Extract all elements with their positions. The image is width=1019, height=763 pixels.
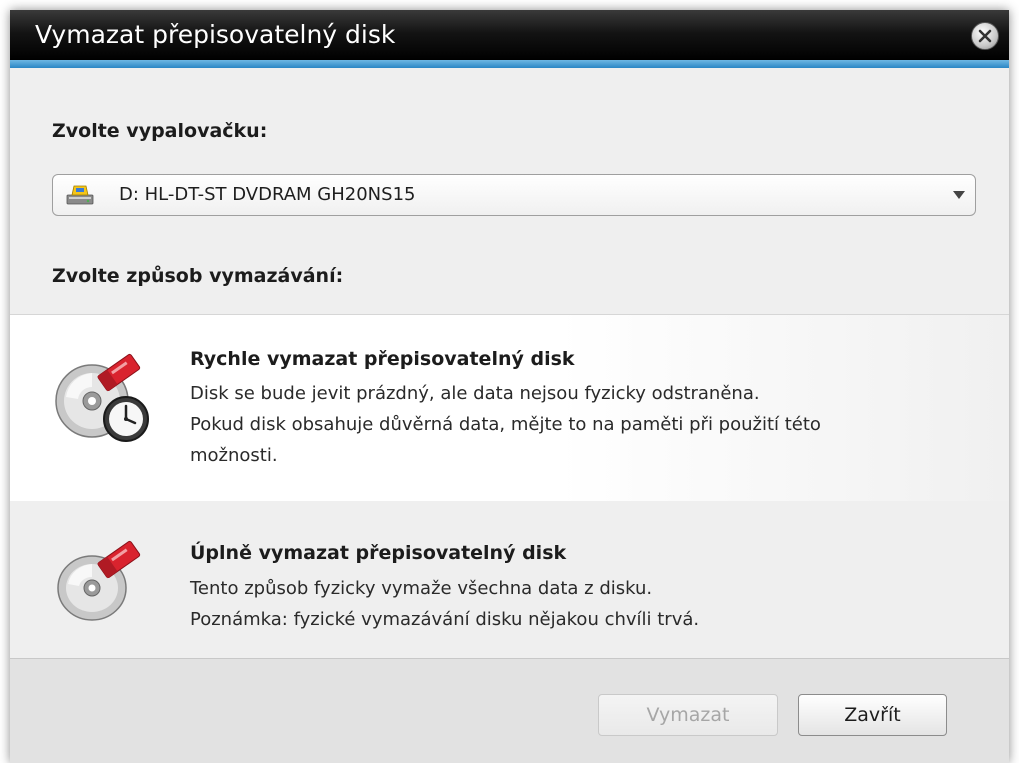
erase-method-label: Zvolte způsob vymazávání: — [52, 265, 344, 287]
option-title: Úplně vymazat přepisovatelný disk — [190, 542, 567, 564]
quick-erase-disc-icon — [52, 347, 152, 451]
description-line: Disk se bude jevit prázdný, ale data nej… — [190, 383, 760, 404]
optical-drive-icon — [65, 183, 95, 211]
option-description: Tento způsob fyzicky vymaže všechna data… — [190, 573, 699, 635]
dialog-body: Zvolte vypalovačku: D: HL-DT-ST DVDRAM G… — [10, 68, 1009, 660]
drive-select-value: D: HL-DT-ST DVDRAM GH20NS15 — [119, 184, 416, 205]
erase-disc-dialog: Vymazat přepisovatelný disk Zvolte vypal… — [10, 10, 1009, 763]
full-erase-disc-icon — [52, 536, 152, 630]
description-line: Pokud disk obsahuje důvěrná data, mějte … — [190, 414, 821, 435]
option-description: Disk se bude jevit prázdný, ale data nej… — [190, 378, 821, 471]
option-full-erase[interactable]: Úplně vymazat přepisovatelný disk Tento … — [10, 501, 1009, 660]
description-line: Poznámka: fyzické vymazávání disku nějak… — [190, 609, 700, 630]
title-accent-bar — [10, 60, 1009, 68]
window-title: Vymazat přepisovatelný disk — [35, 20, 396, 49]
description-line: možnosti. — [190, 445, 278, 466]
erase-button[interactable]: Vymazat — [598, 694, 778, 736]
drive-label: Zvolte vypalovačku: — [52, 120, 268, 142]
close-icon[interactable] — [971, 22, 999, 50]
dialog-footer: Vymazat Zavřít — [10, 658, 1009, 763]
option-title: Rychle vymazat přepisovatelný disk — [190, 348, 575, 370]
title-bar: Vymazat přepisovatelný disk — [10, 10, 1009, 60]
description-line: Tento způsob fyzicky vymaže všechna data… — [190, 578, 653, 599]
close-button[interactable]: Zavřít — [798, 694, 947, 736]
chevron-down-icon — [953, 191, 965, 199]
option-quick-erase[interactable]: Rychle vymazat přepisovatelný disk Disk … — [10, 314, 1009, 502]
drive-select[interactable]: D: HL-DT-ST DVDRAM GH20NS15 — [52, 174, 976, 216]
